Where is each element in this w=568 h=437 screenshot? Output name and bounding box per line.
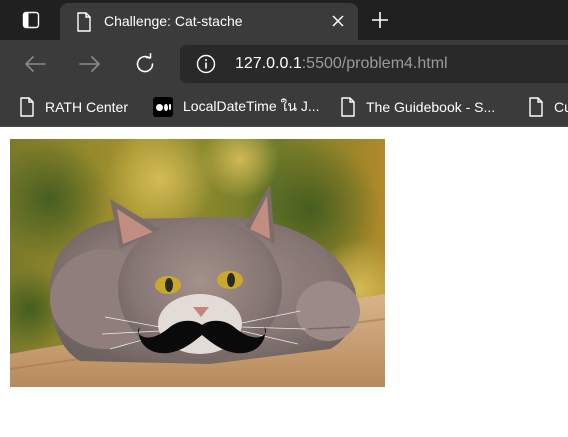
bookmarks-bar: RATH Center LocalDateTime ใน J... The Gu… (0, 88, 568, 127)
address-bar[interactable]: 127.0.0.1:5500/problem4.html (180, 45, 568, 83)
bookmark-label: RATH Center (45, 99, 128, 115)
plus-icon (372, 12, 388, 28)
bookmark-rath-center[interactable]: RATH Center (19, 88, 128, 126)
arrow-right-icon (79, 56, 100, 72)
bookmark-localdatetime[interactable]: LocalDateTime ใน J... (153, 88, 320, 126)
bookmark-cu[interactable]: Cu (528, 88, 568, 126)
close-icon (332, 15, 344, 27)
reload-icon (136, 53, 154, 73)
navigation-toolbar: 127.0.0.1:5500/problem4.html (0, 40, 568, 88)
tab-actions-icon (22, 11, 40, 29)
url-text: 127.0.0.1:5500/problem4.html (235, 55, 448, 73)
site-info-icon[interactable] (196, 54, 216, 74)
tab-title: Challenge: Cat-stache (104, 13, 243, 29)
tab-close-button[interactable] (326, 9, 350, 33)
tab-actions-button[interactable] (8, 4, 54, 36)
tab-active[interactable]: Challenge: Cat-stache (60, 3, 358, 40)
medium-icon (153, 97, 173, 117)
document-icon (341, 97, 355, 117)
tab-strip: Challenge: Cat-stache (0, 0, 568, 40)
new-tab-button[interactable] (366, 6, 394, 34)
bookmark-guidebook[interactable]: The Guidebook - S... (340, 88, 495, 126)
arrow-left-icon (25, 56, 46, 72)
reload-button[interactable] (129, 48, 161, 80)
bookmark-label: The Guidebook - S... (366, 99, 496, 115)
bookmark-label: LocalDateTime ใน J... (183, 98, 320, 114)
url-host: 127.0.0.1 (235, 55, 302, 72)
document-icon (20, 97, 34, 117)
back-button[interactable] (19, 48, 51, 80)
document-icon (77, 12, 91, 32)
url-path: :5500/problem4.html (301, 55, 448, 72)
forward-button[interactable] (74, 48, 106, 80)
document-icon (529, 97, 543, 117)
bookmark-label: Cu (554, 99, 568, 115)
cat-mustache-image (10, 139, 385, 387)
